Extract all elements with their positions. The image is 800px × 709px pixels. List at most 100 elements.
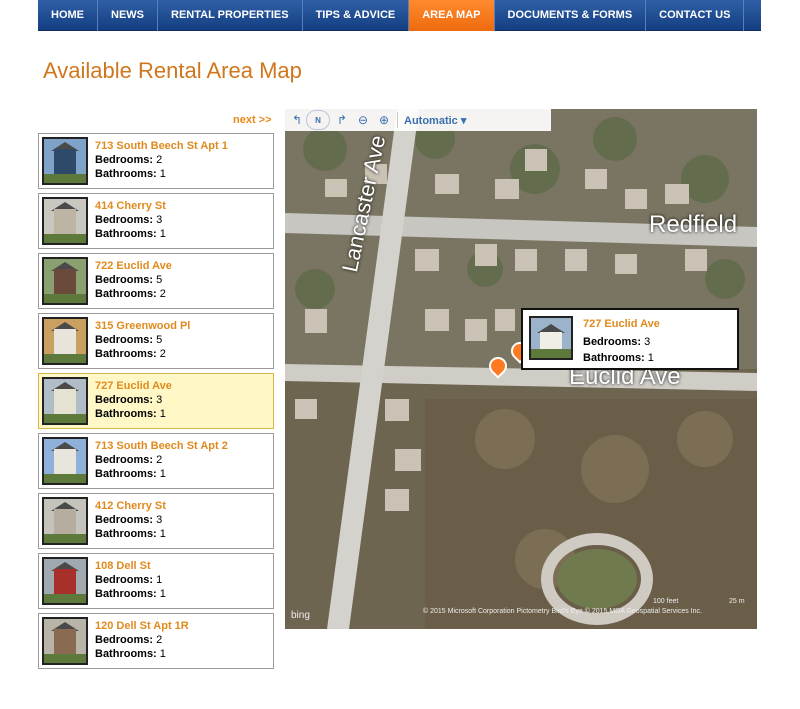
bedrooms-value: 5 — [156, 274, 163, 286]
map-copyright: © 2015 Microsoft Corporation Pictometry … — [423, 608, 702, 615]
bathrooms-value: 2 — [159, 348, 166, 360]
bedrooms-label: Bedrooms: — [95, 394, 154, 406]
listing-address[interactable]: 315 Greenwood Pl — [95, 320, 190, 332]
bathrooms-label: Bathrooms: — [95, 408, 157, 420]
listing-bedrooms: Bedrooms: 5 — [95, 274, 162, 286]
listing-card[interactable]: 108 Dell St Bedrooms: 1 Bathrooms: 1 — [38, 553, 274, 609]
bedrooms-value: 3 — [156, 394, 163, 406]
listing-bathrooms: Bathrooms: 1 — [95, 588, 166, 600]
nav-documents-forms[interactable]: DOCUMENTS & FORMS — [495, 0, 647, 31]
listing-thumbnail[interactable] — [42, 437, 88, 485]
nav-area-map[interactable]: AREA MAP — [409, 0, 495, 31]
listing-card[interactable]: 713 South Beech St Apt 1 Bedrooms: 2 Bathr… — [38, 133, 274, 189]
bathrooms-value: 1 — [159, 168, 166, 180]
listing-address[interactable]: 414 Cherry St — [95, 200, 166, 212]
bedrooms-label: Bedrooms: — [95, 214, 154, 226]
listing-card[interactable]: 120 Dell St Apt 1R Bedrooms: 2 Bathrooms: … — [38, 613, 274, 669]
bathrooms-label: Bathrooms: — [95, 648, 157, 660]
popup-address[interactable]: 727 Euclid Ave — [583, 318, 660, 330]
bathrooms-label: Bathrooms: — [95, 468, 157, 480]
listing-address[interactable]: 722 Euclid Ave — [95, 260, 172, 272]
area-map[interactable]: ↰ N ↱ ⊖ ⊕ Automatic ▾ Lancaster Ave Redf… — [285, 109, 757, 629]
listing-address[interactable]: 713 South Beech St Apt 1 — [95, 140, 228, 152]
listing-thumbnail[interactable] — [42, 557, 88, 605]
popup-thumbnail[interactable] — [529, 316, 573, 360]
listing-card[interactable]: 412 Cherry St Bedrooms: 3 Bathrooms: 1 — [38, 493, 274, 549]
nav-rental-properties[interactable]: RENTAL PROPERTIES — [158, 0, 303, 31]
zoom-in-icon[interactable]: ⊕ — [375, 111, 393, 129]
listing-bathrooms: Bathrooms: 1 — [95, 648, 166, 660]
bathrooms-value: 1 — [159, 468, 166, 480]
map-mode-label: Automatic — [404, 114, 458, 127]
bathrooms-label: Bathrooms: — [95, 228, 157, 240]
scale-feet: 100 feet — [653, 598, 679, 605]
bedrooms-value: 5 — [156, 334, 163, 346]
zoom-out-icon[interactable]: ⊖ — [354, 111, 372, 129]
bathrooms-label: Bathrooms: — [95, 168, 157, 180]
bedrooms-value: 2 — [156, 634, 163, 646]
listing-thumbnail[interactable] — [42, 257, 88, 305]
listing-bathrooms: Bathrooms: 1 — [95, 228, 166, 240]
listing-bedrooms: Bedrooms: 5 — [95, 334, 162, 346]
bedrooms-label: Bedrooms: — [95, 334, 154, 346]
listing-address[interactable]: 727 Euclid Ave — [95, 380, 172, 392]
listing-card[interactable]: 727 Euclid Ave Bedrooms: 3 Bathrooms: 1 — [38, 373, 274, 429]
listing-card[interactable]: 713 South Beech St Apt 2 Bedrooms: 2 Bathr… — [38, 433, 274, 489]
bedrooms-label: Bedrooms: — [95, 274, 154, 286]
bedrooms-label: Bedrooms: — [95, 634, 154, 646]
popup-bathrooms-value: 1 — [647, 352, 654, 364]
listing-bathrooms: Bathrooms: 1 — [95, 168, 166, 180]
listing-card[interactable]: 414 Cherry St Bedrooms: 3 Bathrooms: 1 — [38, 193, 274, 249]
page-title: Available Rental Area Map — [43, 58, 302, 83]
listing-card[interactable]: 722 Euclid Ave Bedrooms: 5 Bathrooms: 2 — [38, 253, 274, 309]
listing-thumbnail[interactable] — [42, 497, 88, 545]
listing-bathrooms: Bathrooms: 1 — [95, 408, 166, 420]
listing-bedrooms: Bedrooms: 1 — [95, 574, 162, 586]
bathrooms-value: 2 — [159, 288, 166, 300]
compass-icon[interactable]: N — [306, 110, 330, 130]
listing-address[interactable]: 108 Dell St — [95, 560, 151, 572]
listing-bedrooms: Bedrooms: 2 — [95, 154, 162, 166]
bedrooms-value: 1 — [156, 574, 163, 586]
listing-list: 713 South Beech St Apt 1 Bedrooms: 2 Bathr… — [38, 133, 274, 673]
toolbar-divider — [397, 112, 398, 128]
rotate-left-icon[interactable]: ↰ — [288, 111, 306, 129]
next-link[interactable]: next >> — [233, 114, 272, 126]
nav-home[interactable]: HOME — [38, 0, 98, 31]
bathrooms-label: Bathrooms: — [95, 348, 157, 360]
listing-bathrooms: Bathrooms: 1 — [95, 528, 166, 540]
listing-bedrooms: Bedrooms: 3 — [95, 394, 162, 406]
bedrooms-label: Bedrooms: — [95, 454, 154, 466]
listing-thumbnail[interactable] — [42, 377, 88, 425]
bathrooms-value: 1 — [159, 528, 166, 540]
popup-bathrooms-label: Bathrooms: — [583, 352, 645, 364]
nav-news[interactable]: NEWS — [98, 0, 158, 31]
scale-meters: 25 m — [729, 598, 745, 605]
map-toolbar: ↰ N ↱ ⊖ ⊕ Automatic ▾ — [285, 109, 551, 131]
map-mode-dropdown[interactable]: Automatic ▾ — [404, 114, 466, 127]
bedrooms-label: Bedrooms: — [95, 514, 154, 526]
listing-bedrooms: Bedrooms: 3 — [95, 514, 162, 526]
listing-address[interactable]: 120 Dell St Apt 1R — [95, 620, 189, 632]
listing-thumbnail[interactable] — [42, 137, 88, 185]
bedrooms-label: Bedrooms: — [95, 574, 154, 586]
listing-address[interactable]: 713 South Beech St Apt 2 — [95, 440, 228, 452]
listing-thumbnail[interactable] — [42, 197, 88, 245]
listing-thumbnail[interactable] — [42, 317, 88, 365]
bedrooms-value: 2 — [156, 154, 163, 166]
street-label-redfield: Redfield — [649, 211, 738, 238]
bathrooms-value: 1 — [159, 588, 166, 600]
bathrooms-label: Bathrooms: — [95, 588, 157, 600]
nav-contact-us[interactable]: CONTACT US — [646, 0, 745, 31]
listing-thumbnail[interactable] — [42, 617, 88, 665]
listing-card[interactable]: 315 Greenwood Pl Bedrooms: 5 Bathrooms: 2 — [38, 313, 274, 369]
nav-tips-advice[interactable]: TIPS & ADVICE — [303, 0, 410, 31]
listing-address[interactable]: 412 Cherry St — [95, 500, 166, 512]
bathrooms-label: Bathrooms: — [95, 528, 157, 540]
bedrooms-value: 3 — [156, 514, 163, 526]
listing-bedrooms: Bedrooms: 3 — [95, 214, 162, 226]
popup-bedrooms-label: Bedrooms: — [583, 336, 642, 348]
bing-logo[interactable]: bing — [291, 610, 310, 621]
bathrooms-value: 1 — [159, 408, 166, 420]
rotate-right-icon[interactable]: ↱ — [333, 111, 351, 129]
